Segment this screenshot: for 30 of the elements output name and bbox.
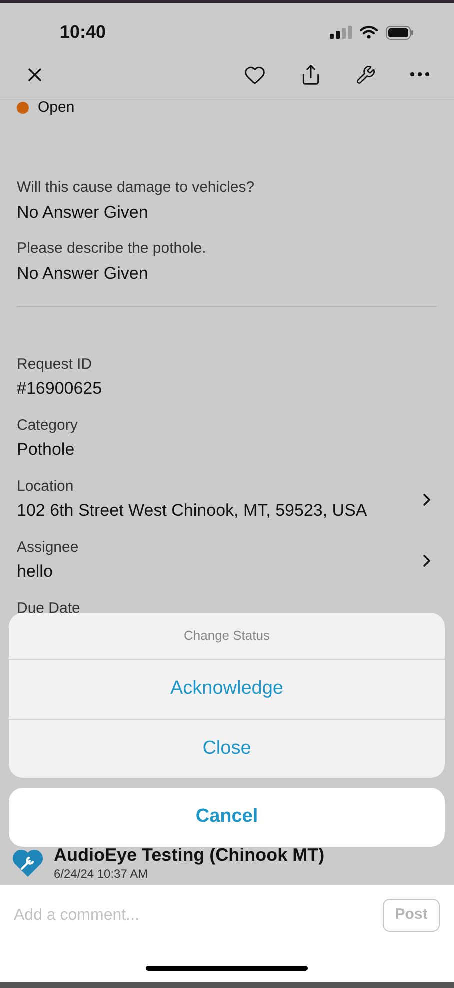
question-answer: No Answer Given <box>17 202 150 224</box>
field-label: Location <box>17 477 75 497</box>
action-sheet-title: Change Status <box>184 627 270 646</box>
question-label: Please describe the pothole. <box>17 239 208 259</box>
status-label: Open <box>38 100 75 118</box>
more-icon <box>410 72 430 77</box>
more-button[interactable] <box>408 70 432 79</box>
share-icon <box>300 64 322 86</box>
comment-time: 6/24/24 10:37 AM <box>54 867 150 881</box>
action-button[interactable]: Close <box>9 719 445 778</box>
field-value: #16900625 <box>17 378 104 400</box>
field-value: hello <box>17 561 54 583</box>
comment-author: AudioEye Testing (Chinook MT) <box>54 844 325 867</box>
field-label: Due Date <box>17 599 82 619</box>
cancel-button[interactable]: Cancel <box>9 788 445 847</box>
field-value: Pothole <box>17 439 76 461</box>
status-time: 10:40 <box>60 21 106 44</box>
field-label: Assignee <box>17 538 80 558</box>
wrench-heart-icon <box>12 847 44 879</box>
wrench-icon <box>356 64 376 84</box>
action-button[interactable]: Acknowledge <box>9 660 445 719</box>
field-label: Request ID <box>17 355 94 375</box>
question-answer: No Answer Given <box>17 263 150 285</box>
wifi-icon <box>360 26 378 39</box>
comment-input[interactable]: Add a comment... <box>14 904 383 928</box>
question-label: Will this cause damage to vehicles? <box>17 178 256 198</box>
signal-icon <box>330 26 352 39</box>
field-label: Category <box>17 416 79 436</box>
battery-icon <box>386 26 414 40</box>
field-value: 102 6th Street West Chinook, MT, 59523, USA <box>17 500 368 522</box>
